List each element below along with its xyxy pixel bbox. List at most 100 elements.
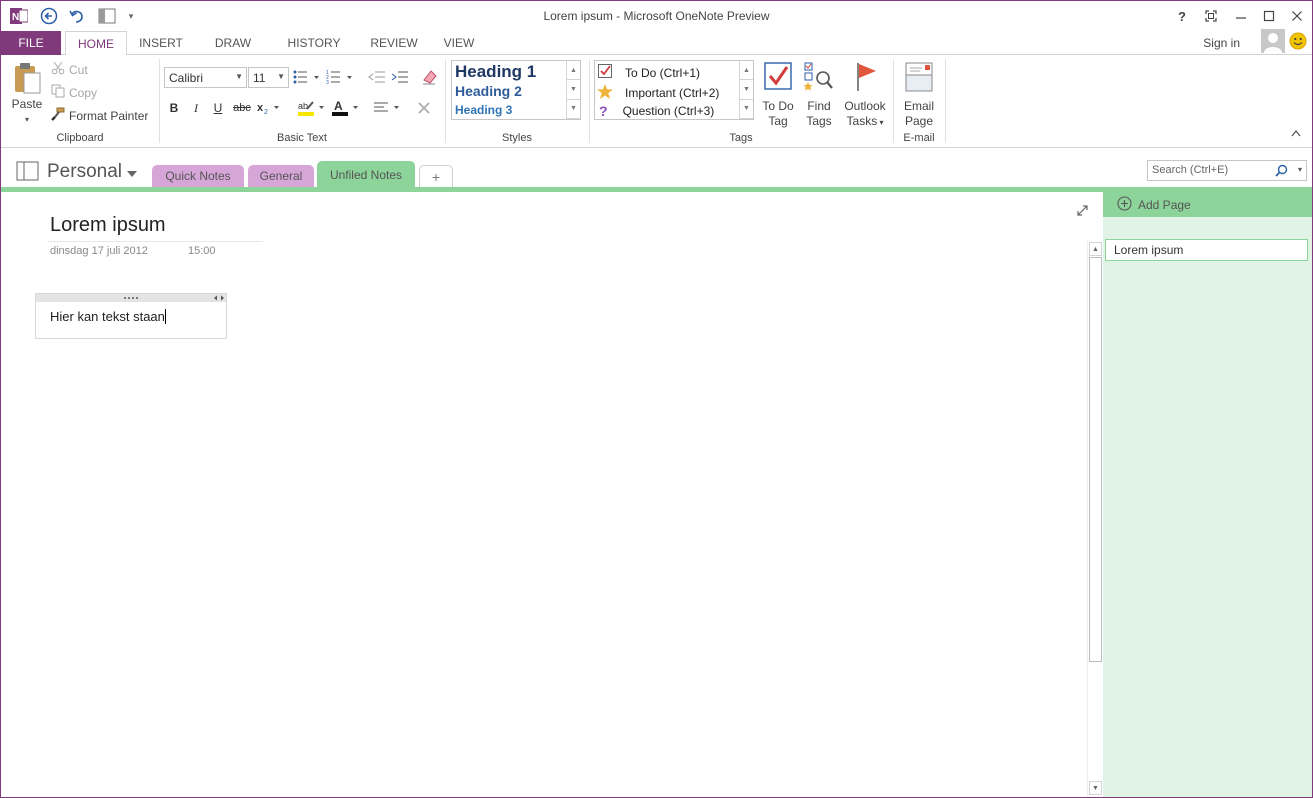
add-page-button[interactable]: Add Page (1103, 192, 1312, 217)
increase-indent-icon[interactable] (391, 69, 409, 88)
collapse-ribbon-icon[interactable] (1291, 129, 1301, 140)
group-divider (589, 59, 590, 143)
sign-in-link[interactable]: Sign in (1203, 36, 1240, 50)
cut-label: Cut (69, 62, 88, 77)
scrollbar-thumb[interactable] (1089, 257, 1102, 662)
todo-tag-line2: Tag (768, 114, 788, 128)
align-icon[interactable] (373, 99, 403, 117)
onenote-window: N ▾ Lorem ipsum - Microsoft OneNote Prev… (0, 0, 1313, 798)
find-tags-icon (803, 62, 835, 96)
minimize-icon[interactable] (1230, 5, 1252, 27)
italic-button[interactable]: I (187, 99, 205, 117)
page-title[interactable]: Lorem ipsum (50, 214, 166, 237)
find-tags-button[interactable]: Find Tags (799, 61, 839, 129)
delete-icon[interactable] (415, 99, 433, 117)
svg-text:x: x (257, 102, 264, 114)
style-heading-1[interactable]: Heading 1 (455, 62, 536, 82)
paste-icon (12, 63, 42, 98)
format-painter-button[interactable]: Format Painter (51, 107, 148, 124)
tag-question-item[interactable]: ? Question (Ctrl+3) (599, 103, 714, 119)
note-container[interactable]: Hier kan tekst staan (35, 293, 227, 339)
style-heading-2[interactable]: Heading 2 (455, 83, 522, 99)
tags-gallery-scroll[interactable]: ▲ ▼ ▼ (739, 61, 753, 119)
scroll-up-icon[interactable]: ▲ (1089, 242, 1102, 256)
help-button[interactable]: ? (1171, 5, 1193, 27)
font-name-value: Calibri (169, 71, 204, 85)
outlook-tasks-line2: Tasks (846, 114, 878, 128)
smiley-feedback-icon[interactable] (1289, 32, 1307, 53)
page-scrollbar[interactable]: ▲ ▼ (1087, 241, 1103, 797)
styles-group-label: Styles (502, 132, 532, 144)
paste-dropdown-icon[interactable]: ▾ (7, 112, 47, 127)
flag-icon (850, 63, 880, 96)
font-color-icon[interactable]: A (331, 99, 361, 117)
chevron-down-icon[interactable]: ▾ (877, 118, 883, 127)
subscript-button[interactable]: x2 (257, 99, 283, 117)
tag-todo-item[interactable]: To Do (Ctrl+1) (598, 64, 700, 81)
svg-text:ab: ab (298, 101, 308, 111)
group-divider (445, 59, 446, 143)
font-name-combo[interactable]: Calibri ▼ (164, 67, 247, 88)
tag-important-item[interactable]: Important (Ctrl+2) (597, 84, 719, 102)
outlook-tasks-button[interactable]: Outlook Tasks ▾ (841, 61, 889, 130)
tab-file[interactable]: FILE (1, 31, 61, 55)
tab-review[interactable]: REVIEW (367, 31, 421, 55)
section-tab-unfiled-notes[interactable]: Unfiled Notes (317, 161, 415, 189)
add-section-button[interactable]: + (419, 165, 453, 187)
maximize-icon[interactable] (1258, 5, 1280, 27)
note-container-handle[interactable] (36, 294, 226, 302)
strikethrough-button[interactable]: abc (231, 99, 253, 117)
email-page-button[interactable]: Email Page (898, 61, 940, 129)
scroll-down-icon[interactable]: ▼ (1089, 781, 1102, 795)
style-heading-3[interactable]: Heading 3 (455, 103, 512, 117)
notebook-dropdown-icon[interactable] (126, 167, 138, 181)
avatar[interactable] (1261, 29, 1285, 53)
tab-home[interactable]: HOME (65, 31, 127, 56)
chevron-down-icon: ▼ (277, 72, 285, 81)
tab-insert[interactable]: INSERT (133, 31, 189, 55)
clear-formatting-icon[interactable] (421, 68, 439, 89)
bold-button[interactable]: B (165, 99, 183, 117)
notebook-name[interactable]: Personal (47, 161, 122, 183)
copy-button[interactable]: Copy (51, 84, 97, 101)
section-tab-general[interactable]: General (248, 165, 314, 187)
font-size-value: 11 (253, 71, 266, 85)
decrease-indent-icon[interactable] (368, 69, 386, 88)
fullscreen-icon[interactable] (1200, 5, 1222, 27)
numbering-icon[interactable]: 123 (326, 69, 354, 88)
styles-gallery[interactable]: Heading 1 Heading 2 Heading 3 ▲ ▼ ▼ (451, 60, 581, 120)
paste-label: Paste (11, 97, 43, 111)
svg-text:3: 3 (326, 80, 329, 85)
search-icon[interactable] (1275, 164, 1288, 180)
paste-button[interactable]: Paste ▾ (7, 61, 47, 127)
tab-view[interactable]: VIEW (439, 31, 479, 55)
resize-handle-icon[interactable] (213, 295, 225, 301)
close-icon[interactable] (1286, 5, 1308, 27)
tab-draw[interactable]: DRAW (207, 31, 259, 55)
tag-important-label: Important (Ctrl+2) (625, 86, 720, 100)
section-tab-quick-notes[interactable]: Quick Notes (152, 165, 244, 187)
text-cursor (164, 309, 166, 324)
highlight-color-icon[interactable]: ab (297, 99, 327, 117)
chevron-down-icon[interactable]: ▾ (1298, 165, 1302, 174)
page-list-item[interactable]: Lorem ipsum (1105, 239, 1308, 261)
scroll-up-icon[interactable]: ▲ (567, 61, 580, 81)
bullets-icon[interactable] (293, 69, 321, 88)
search-input[interactable]: Search (Ctrl+E) ▾ (1147, 160, 1307, 181)
note-text[interactable]: Hier kan tekst staan (50, 309, 166, 324)
scroll-down-icon[interactable]: ▼ (740, 80, 753, 100)
gallery-more-icon[interactable]: ▼ (740, 100, 753, 119)
underline-button[interactable]: U (209, 99, 227, 117)
notebook-icon[interactable] (16, 161, 40, 184)
gallery-more-icon[interactable]: ▼ (567, 100, 580, 119)
expand-page-icon[interactable] (1077, 205, 1088, 219)
tags-gallery[interactable]: To Do (Ctrl+1) Important (Ctrl+2) ? Ques… (594, 60, 754, 120)
todo-tag-line1: To Do (762, 99, 794, 113)
scroll-up-icon[interactable]: ▲ (740, 61, 753, 81)
styles-gallery-scroll[interactable]: ▲ ▼ ▼ (566, 61, 580, 119)
todo-tag-button[interactable]: To Do Tag (757, 61, 799, 129)
font-size-combo[interactable]: 11 ▼ (248, 67, 289, 88)
tab-history[interactable]: HISTORY (283, 31, 345, 55)
scroll-down-icon[interactable]: ▼ (567, 80, 580, 100)
cut-button[interactable]: Cut (51, 61, 88, 78)
